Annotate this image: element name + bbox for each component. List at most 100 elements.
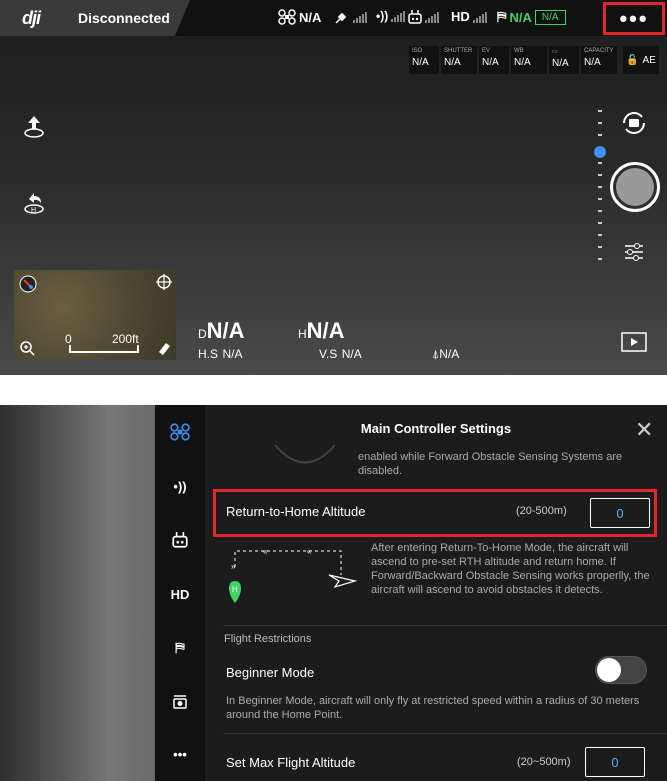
aircraft-status-value: N/A [299,9,322,25]
distance-readout: DN/A [198,318,245,344]
gps-status[interactable] [334,9,367,25]
param-capacity: CAPACITY N/A [581,46,617,74]
param-value: N/A [552,58,569,69]
param-label: EV [482,48,491,54]
logo-area[interactable]: dji Disconnected [0,0,190,36]
background-camera-area [0,405,155,781]
camera-settings-icon[interactable] [622,240,646,264]
horizontal-speed-readout: H.S N/A [198,345,242,363]
rth-altitude-label: Return-to-Home Altitude [226,504,366,519]
rth-description: After entering Return-To-Home Mode, the … [371,542,650,596]
gimbal-slider-handle[interactable] [594,146,606,158]
rc-signal[interactable]: •)) [376,9,406,23]
lock-icon: 🔓 [626,54,639,66]
vps-value: N/A [439,347,460,361]
camera-parameters[interactable]: ISO N/A SHUTTER N/A EV N/A WB N/A ▭ N/A CAPAC… [409,46,659,74]
divider [223,733,667,734]
compass-icon[interactable] [18,274,38,294]
hd-signal-bars [472,11,487,23]
vps-readout: ⍋N/A [432,345,459,363]
hd-label: HD [451,9,470,24]
menu-more[interactable]: ••• [155,740,205,768]
gimbal-slider[interactable] [594,110,606,262]
menu-remote-controller[interactable] [155,526,205,554]
zoom-in-icon[interactable] [19,340,35,356]
menu-main-controller[interactable] [155,418,205,446]
locate-target-icon[interactable] [155,273,173,291]
rth-altitude-input[interactable]: 0 [590,498,650,528]
aircraft-status[interactable]: N/A [278,9,321,25]
param-ev: EV N/A [479,46,509,74]
return-home-button[interactable]: H [20,188,48,216]
menu-gimbal[interactable] [155,688,205,716]
max-altitude-label: Set Max Flight Altitude [226,755,356,770]
hd-signal[interactable]: HD [451,9,487,24]
rth-diagram: « « » H [229,547,358,603]
svg-text:«: « [263,547,268,556]
takeoff-icon [24,116,44,138]
settings-view: •)) HD ⛿ ••• Main Controller Settings ✕ … [0,405,667,781]
mini-map[interactable]: 0 200ft [14,270,176,360]
svg-text:«: « [307,547,312,556]
camera-view: dji Disconnected N/A •)) HD ⛿ N/A N/A •• [0,0,667,375]
param-storage: ▭ N/A [549,46,579,74]
home-marker: H [232,585,238,594]
return-home-icon: H [24,193,44,214]
h-key: H [298,327,307,341]
h-value: N/A [306,318,345,343]
hs-value: N/A [222,347,243,361]
close-icon[interactable]: ✕ [635,417,653,443]
takeoff-button[interactable] [20,112,48,140]
panel-title: Main Controller Settings [360,421,512,436]
max-altitude-input[interactable]: 0 [585,747,645,777]
rth-altitude-range: (20-500m) [516,505,567,517]
playback-icon[interactable] [620,331,648,353]
settings-side-menu: •)) HD ⛿ ••• [155,405,205,781]
gimbal-icon [173,695,187,709]
remote-controller-icon [172,532,188,548]
menu-hd[interactable]: HD [155,580,205,608]
section-flight-restrictions: Flight Restrictions [224,633,312,645]
gps-signal-bars [353,11,367,23]
drone-icon [278,9,296,25]
svg-text:H: H [31,207,36,214]
param-label: SHUTTER [444,48,473,54]
more-settings-button[interactable]: ••• [603,2,665,35]
flight-mode-icon: ⛿ [497,9,507,24]
flight-mode-icon: ⛿ [175,640,185,655]
param-label: CAPACITY [584,48,614,54]
obstacle-note: enabled while Forward Obstacle Sensing S… [358,451,623,477]
camera-switch-icon[interactable] [620,110,648,136]
ae-lock-button[interactable]: 🔓 AE [623,46,659,74]
max-altitude-range: (20~500m) [517,756,571,768]
scale-end: 200ft [112,332,139,346]
status-bar: dji Disconnected N/A •)) HD ⛿ N/A N/A •• [0,0,667,36]
beginner-mode-label: Beginner Mode [226,665,315,680]
flight-mode[interactable]: ⛿ N/A N/A [497,9,566,25]
shutter-button[interactable] [610,162,660,212]
height-readout: HN/A [298,318,345,344]
screenshot-separator [0,375,667,405]
d-value: N/A [206,318,245,343]
param-value: N/A [482,57,499,68]
flight-mode-value: N/A [509,9,532,25]
rc-signal-bars [391,10,406,22]
param-label: ISO [412,48,423,54]
connection-status: Disconnected [78,10,170,26]
svg-text:»: » [231,562,236,571]
scale-start: 0 [65,332,72,346]
remote-controller-status[interactable] [408,9,439,25]
param-label: WB [514,48,524,54]
menu-battery[interactable]: ⛿ [155,634,205,662]
vs-value: N/A [341,347,362,361]
beginner-mode-toggle[interactable] [595,656,647,684]
param-wb: WB N/A [511,46,547,74]
partial-circle-graphic [274,444,336,464]
drone-icon [170,423,190,441]
d-key: D [198,327,207,341]
eraser-icon[interactable] [156,340,172,356]
menu-sensors[interactable]: •)) [155,472,205,500]
vs-key: V.S [319,347,338,361]
divider [223,625,667,626]
param-value: N/A [444,57,461,68]
